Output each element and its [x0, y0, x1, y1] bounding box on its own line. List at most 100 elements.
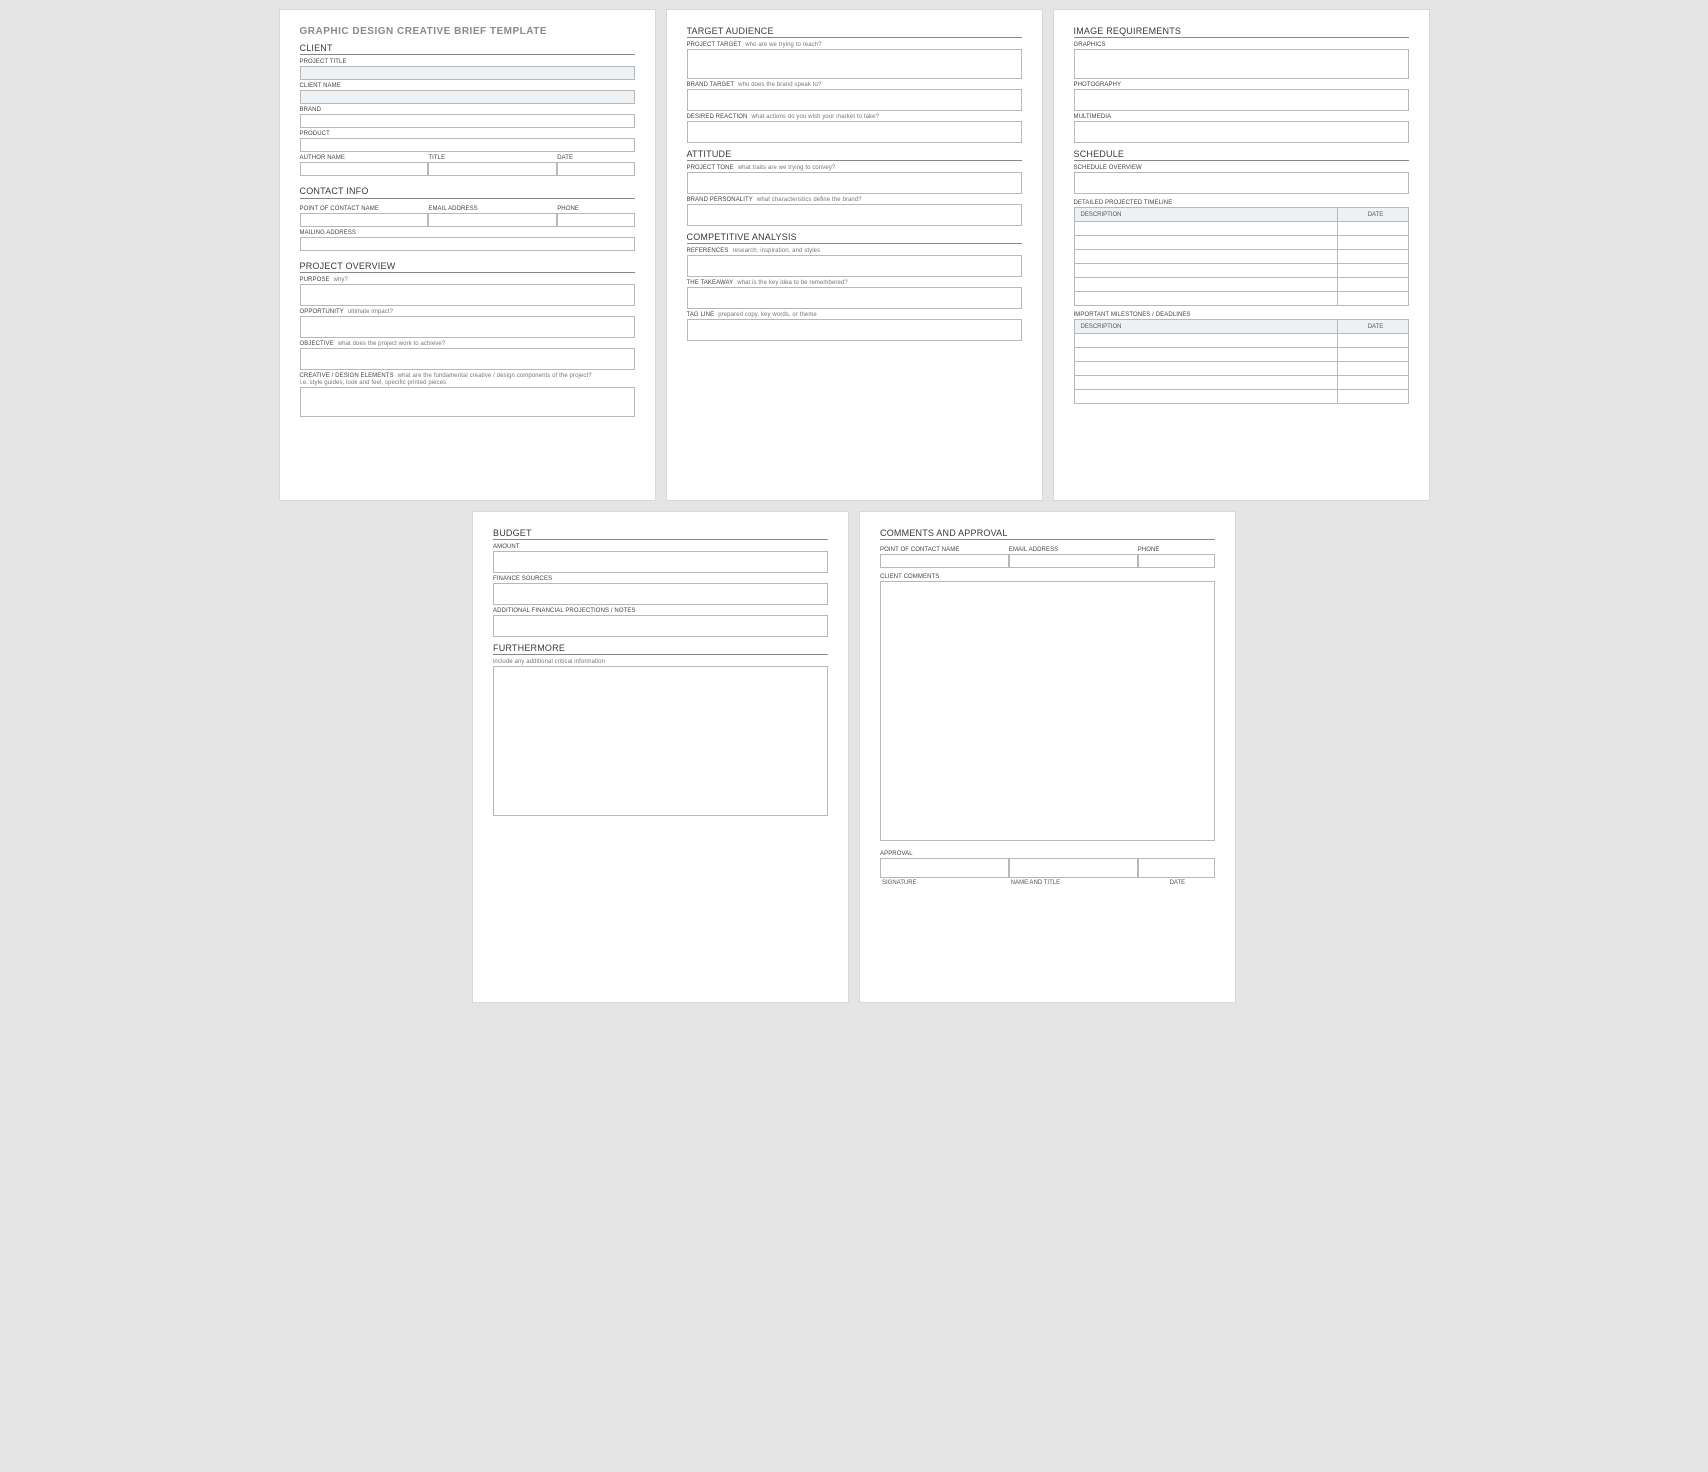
input-signature[interactable] [880, 858, 1009, 878]
label-multimedia: MULTIMEDIA [1074, 114, 1409, 120]
input-desired-reaction[interactable] [687, 121, 1022, 143]
input-project-target[interactable] [687, 49, 1022, 79]
input-phone[interactable] [557, 213, 634, 227]
section-furthermore: FURTHERMORE [493, 643, 828, 655]
label-project-target: PROJECT TARGETwho are we trying to reach… [687, 42, 1022, 48]
input-phone[interactable] [1138, 554, 1215, 568]
table-cell[interactable] [1338, 348, 1408, 361]
input-furthermore[interactable] [493, 666, 828, 816]
table-cell[interactable] [1338, 236, 1408, 249]
table-cell[interactable] [1075, 348, 1338, 361]
input-objective[interactable] [300, 348, 635, 370]
table-cell[interactable] [1075, 250, 1338, 263]
label-creative: CREATIVE / DESIGN ELEMENTSwhat are the f… [300, 373, 635, 379]
input-project-tone[interactable] [687, 172, 1022, 194]
input-opportunity[interactable] [300, 316, 635, 338]
table-cell[interactable] [1338, 264, 1408, 277]
label-furthermore-hint: include any additional critical informat… [493, 659, 828, 665]
document-title: GRAPHIC DESIGN CREATIVE BRIEF TEMPLATE [300, 26, 635, 37]
input-project-title[interactable] [300, 66, 635, 80]
label-desired-reaction: DESIRED REACTIONwhat actions do you wish… [687, 114, 1022, 120]
input-title[interactable] [428, 162, 557, 176]
th-description: DESCRIPTION [1075, 208, 1338, 221]
table-cell[interactable] [1075, 334, 1338, 347]
label-tagline: TAG LINEprepared copy, key words, or the… [687, 312, 1022, 318]
label-product: PRODUCT [300, 131, 635, 137]
input-brand-target[interactable] [687, 89, 1022, 111]
input-brand[interactable] [300, 114, 635, 128]
label-client-name: CLIENT NAME [300, 83, 635, 89]
label-amount: AMOUNT [493, 544, 828, 550]
input-name-title[interactable] [1009, 858, 1138, 878]
label-date: DATE [557, 155, 634, 161]
input-photography[interactable] [1074, 89, 1409, 111]
label-mailing: MAILING ADDRESS [300, 230, 635, 236]
label-photography: PHOTOGRAPHY [1074, 82, 1409, 88]
label-milestones: IMPORTANT MILESTONES / DEADLINES [1074, 312, 1409, 318]
label-phone: PHONE [1138, 547, 1215, 553]
label-phone: PHONE [557, 206, 634, 212]
input-mailing[interactable] [300, 237, 635, 251]
table-cell[interactable] [1338, 334, 1408, 347]
table-cell[interactable] [1338, 222, 1408, 235]
input-references[interactable] [687, 255, 1022, 277]
section-comments-approval: COMMENTS AND APPROVAL [880, 528, 1215, 540]
section-image-requirements: IMAGE REQUIREMENTS [1074, 26, 1409, 38]
table-cell[interactable] [1075, 362, 1338, 375]
input-poc-name[interactable] [300, 213, 429, 227]
input-author-name[interactable] [300, 162, 429, 176]
input-brand-personality[interactable] [687, 204, 1022, 226]
label-client-comments: CLIENT COMMENTS [880, 574, 1215, 580]
input-date[interactable] [557, 162, 634, 176]
section-target-audience: TARGET AUDIENCE [687, 26, 1022, 38]
label-project-tone: PROJECT TONEwhat traits are we trying to… [687, 165, 1022, 171]
table-cell[interactable] [1075, 292, 1338, 305]
section-attitude: ATTITUDE [687, 149, 1022, 161]
table-cell[interactable] [1338, 250, 1408, 263]
table-cell[interactable] [1075, 264, 1338, 277]
page-5-comments-approval: COMMENTS AND APPROVAL POINT OF CONTACT N… [860, 512, 1235, 1002]
input-poc-name[interactable] [880, 554, 1009, 568]
label-graphics: GRAPHICS [1074, 42, 1409, 48]
table-cell[interactable] [1075, 236, 1338, 249]
input-creative[interactable] [300, 387, 635, 417]
input-amount[interactable] [493, 551, 828, 573]
label-email: EMAIL ADDRESS [428, 206, 557, 212]
input-purpose[interactable] [300, 284, 635, 306]
caption-name-title: NAME AND TITLE [1009, 880, 1138, 886]
table-cell[interactable] [1075, 376, 1338, 389]
label-purpose: PURPOSEwhy? [300, 277, 635, 283]
input-approval-date[interactable] [1138, 858, 1215, 878]
input-client-comments[interactable] [880, 581, 1215, 841]
input-client-name[interactable] [300, 90, 635, 104]
table-cell[interactable] [1075, 278, 1338, 291]
table-cell[interactable] [1338, 362, 1408, 375]
table-cell[interactable] [1338, 278, 1408, 291]
label-brand: BRAND [300, 107, 635, 113]
input-multimedia[interactable] [1074, 121, 1409, 143]
label-author-name: AUTHOR NAME [300, 155, 429, 161]
input-tagline[interactable] [687, 319, 1022, 341]
page-3-image-schedule: IMAGE REQUIREMENTS GRAPHICS PHOTOGRAPHY … [1054, 10, 1429, 500]
input-finance-sources[interactable] [493, 583, 828, 605]
caption-date: DATE [1138, 880, 1215, 886]
table-cell[interactable] [1075, 390, 1338, 403]
input-email[interactable] [428, 213, 557, 227]
label-financial-notes: ADDITIONAL FINANCIAL PROJECTIONS / NOTES [493, 608, 828, 614]
input-graphics[interactable] [1074, 49, 1409, 79]
table-cell[interactable] [1338, 390, 1408, 403]
label-approval: APPROVAL [880, 851, 1215, 857]
table-cell[interactable] [1075, 222, 1338, 235]
label-detailed-timeline: DETAILED PROJECTED TIMELINE [1074, 200, 1409, 206]
input-email[interactable] [1009, 554, 1138, 568]
th-description: DESCRIPTION [1075, 320, 1338, 333]
table-milestones: DESCRIPTIONDATE [1074, 319, 1409, 404]
table-cell[interactable] [1338, 376, 1408, 389]
table-cell[interactable] [1338, 292, 1408, 305]
input-product[interactable] [300, 138, 635, 152]
input-schedule-overview[interactable] [1074, 172, 1409, 194]
input-takeaway[interactable] [687, 287, 1022, 309]
section-client: CLIENT [300, 43, 635, 55]
caption-signature: SIGNATURE [880, 880, 1009, 886]
input-financial-notes[interactable] [493, 615, 828, 637]
